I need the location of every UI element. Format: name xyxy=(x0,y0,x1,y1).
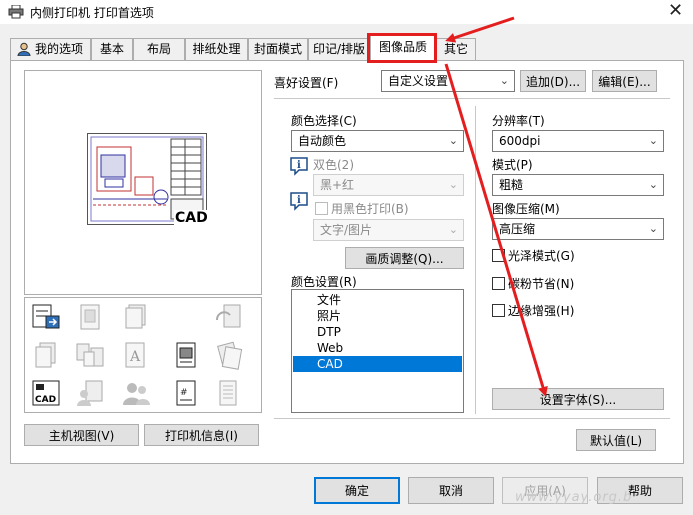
color-settings-label: 颜色设置(R) xyxy=(291,275,357,289)
color-select-value: 自动颜色 xyxy=(298,134,347,148)
cad-label: CAD xyxy=(174,210,209,226)
add-favorite-button[interactable]: 追加(D)... xyxy=(520,70,586,92)
resolution-select[interactable]: 600dpi ⌄ xyxy=(492,130,664,152)
convert-icon xyxy=(32,304,60,329)
multi-page-icon xyxy=(76,343,104,367)
chevron-down-icon: ⌄ xyxy=(499,74,509,87)
tab-my-options[interactable]: 我的选项 xyxy=(10,38,91,60)
tab-stamp-layout[interactable]: 印记/排版 xyxy=(308,38,370,60)
dual-color-select[interactable]: 黑+红 ⌄ xyxy=(313,174,464,196)
user-document-icon xyxy=(77,380,103,406)
chevron-down-icon: ⌄ xyxy=(648,134,658,147)
print-document-icon xyxy=(176,342,196,368)
mode-value: 粗糙 xyxy=(499,178,524,192)
tab-other[interactable]: 其它 xyxy=(436,38,476,60)
divider xyxy=(274,98,670,99)
cancel-button[interactable]: 取消 xyxy=(408,477,494,504)
set-font-button[interactable]: 设置字体(S)... xyxy=(492,388,664,410)
compression-select[interactable]: 高压缩 ⌄ xyxy=(492,218,664,240)
black-print-value: 文字/图片 xyxy=(320,223,373,237)
toner-save-label: 碳粉节省(N) xyxy=(508,277,575,291)
svg-text:A: A xyxy=(129,349,141,365)
color-select[interactable]: 自动颜色 ⌄ xyxy=(291,130,464,152)
close-button[interactable]: ✕ xyxy=(668,1,683,21)
document-dither-icon xyxy=(80,304,100,330)
compression-value: 高压缩 xyxy=(499,222,536,236)
gloss-mode-checkbox[interactable] xyxy=(492,249,505,262)
watermark-text: www.yyay.org.b xyxy=(515,490,633,505)
black-print-checkbox[interactable] xyxy=(315,202,328,215)
window-title: 内侧打印机 打印首选项 xyxy=(30,6,154,20)
svg-text:#: # xyxy=(180,388,188,398)
edit-favorite-button[interactable]: 编辑(E)... xyxy=(592,70,657,92)
recycle-document-icon xyxy=(216,304,241,328)
main-view-button[interactable]: 主机视图(V) xyxy=(24,424,139,446)
chevron-down-icon: ⌄ xyxy=(448,178,458,191)
compression-label: 图像压缩(M) xyxy=(492,202,560,216)
svg-text:CAD: CAD xyxy=(35,395,56,405)
resolution-value: 600dpi xyxy=(499,134,541,148)
tab-layout[interactable]: 布局 xyxy=(133,38,185,60)
cad-mode-icon: CAD xyxy=(32,380,60,406)
pages-icon xyxy=(125,304,146,329)
info-icon[interactable]: i xyxy=(289,156,309,176)
color-select-label: 颜色选择(C) xyxy=(291,114,357,128)
numbered-document-icon: # xyxy=(176,380,196,406)
tab-image-quality[interactable]: 图像品质 xyxy=(370,34,436,61)
mode-select[interactable]: 粗糙 ⌄ xyxy=(492,174,664,196)
font-document-icon: A xyxy=(125,342,145,368)
ok-button[interactable]: 确定 xyxy=(314,477,400,504)
booklet-icon xyxy=(219,380,237,406)
copy-stack-icon xyxy=(35,342,56,368)
black-print-label: 用黑色打印(B) xyxy=(331,202,409,216)
edge-enhance-checkbox[interactable] xyxy=(492,304,505,317)
printer-info-button[interactable]: 打印机信息(I) xyxy=(144,424,259,446)
list-item[interactable]: 照片 xyxy=(317,308,341,324)
list-item[interactable]: Web xyxy=(317,340,343,356)
dual-color-value: 黑+红 xyxy=(320,178,355,192)
chevron-down-icon: ⌄ xyxy=(648,178,658,191)
dual-color-label: 双色(2) xyxy=(313,158,354,172)
title-bar: 内侧打印机 打印首选项 ✕ xyxy=(0,0,693,24)
favorites-label: 喜好设置(F) xyxy=(274,76,339,90)
defaults-button[interactable]: 默认值(L) xyxy=(576,429,656,451)
edge-enhance-label: 边缘增强(H) xyxy=(508,304,575,318)
chevron-down-icon: ⌄ xyxy=(648,222,658,235)
gloss-mode-label: 光泽模式(G) xyxy=(508,249,575,263)
toner-save-checkbox[interactable] xyxy=(492,277,505,290)
resolution-label: 分辨率(T) xyxy=(492,114,545,128)
divider xyxy=(274,418,670,419)
tab-label: 我的选项 xyxy=(35,42,84,56)
black-print-select[interactable]: 文字/图片 ⌄ xyxy=(313,219,464,241)
stamp-pages-icon xyxy=(217,341,243,370)
svg-text:i: i xyxy=(297,195,301,206)
svg-text:i: i xyxy=(297,160,301,171)
list-item-selected[interactable]: CAD xyxy=(293,356,462,372)
users-icon xyxy=(123,383,150,405)
list-item[interactable]: DTP xyxy=(317,324,341,340)
divider xyxy=(475,106,476,414)
tab-basic[interactable]: 基本 xyxy=(91,38,133,60)
tab-paper-handling[interactable]: 排纸处理 xyxy=(185,38,248,60)
list-item[interactable]: 文件 xyxy=(317,292,341,308)
quality-adjust-button[interactable]: 画质调整(Q)... xyxy=(345,247,464,269)
chevron-down-icon: ⌄ xyxy=(448,223,458,236)
printer-icon xyxy=(8,5,24,19)
info-icon[interactable]: i xyxy=(289,191,309,211)
tab-cover-mode[interactable]: 封面模式 xyxy=(248,38,308,60)
color-settings-list[interactable]: 文件 照片 DTP Web CAD xyxy=(291,289,464,413)
favorites-select[interactable]: 自定义设置 ⌄ xyxy=(381,70,515,92)
favorites-value: 自定义设置 xyxy=(388,74,449,88)
mode-label: 模式(P) xyxy=(492,158,533,172)
user-icon xyxy=(17,42,31,56)
chevron-down-icon: ⌄ xyxy=(448,134,458,147)
